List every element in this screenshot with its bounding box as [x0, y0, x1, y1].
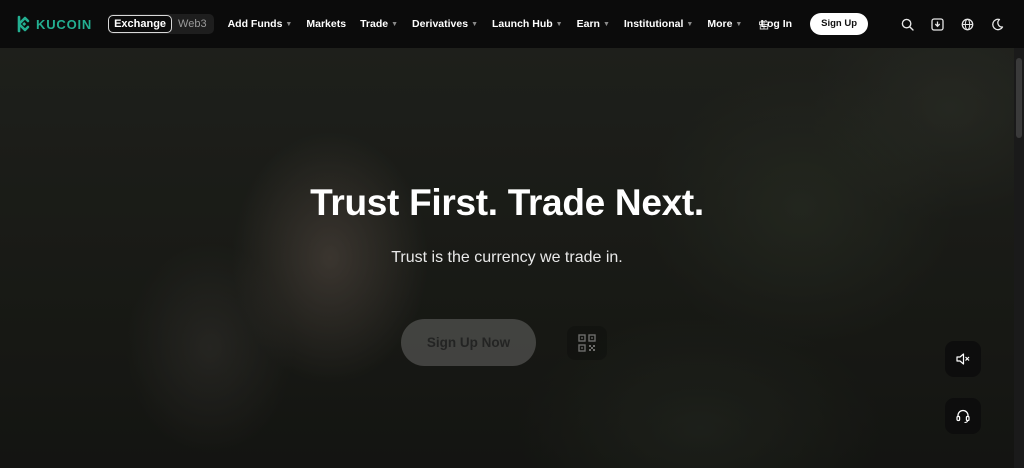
mute-button[interactable] — [945, 341, 981, 377]
nav-item-launch-hub[interactable]: Launch Hub ▼ — [492, 18, 563, 30]
nav-item-institutional[interactable]: Institutional ▼ — [624, 18, 693, 30]
nav-item-trade[interactable]: Trade ▼ — [360, 18, 398, 30]
main-nav: Add Funds ▼ Markets Trade ▼ Derivatives … — [228, 0, 785, 48]
nav-item-earn[interactable]: Earn ▼ — [577, 18, 610, 30]
chevron-down-icon: ▼ — [555, 20, 563, 28]
chevron-down-icon: ▼ — [391, 20, 399, 28]
qr-code-icon — [578, 334, 596, 352]
chevron-down-icon: ▼ — [285, 20, 293, 28]
hero-banner: Trust First. Trade Next. Trust is the cu… — [0, 48, 1014, 468]
chevron-down-icon: ▼ — [602, 20, 610, 28]
signup-now-button[interactable]: Sign Up Now — [401, 319, 536, 366]
page-scrollbar[interactable] — [1014, 48, 1024, 468]
headset-icon — [956, 409, 970, 424]
nav-item-label: Trade — [360, 18, 389, 30]
nav-item-label: Earn — [576, 18, 600, 30]
nav-item-more[interactable]: More ▼ — [707, 18, 742, 30]
scrollbar-thumb[interactable] — [1016, 58, 1022, 138]
mode-exchange-tab[interactable]: Exchange — [108, 15, 173, 33]
signup-button[interactable]: Sign Up — [810, 13, 868, 35]
top-nav-bar: KUCOIN Exchange Web3 Add Funds ▼ Markets… — [0, 0, 1024, 48]
nav-item-label: Launch Hub — [492, 18, 553, 30]
brand-name: KUCOIN — [36, 16, 93, 32]
support-button[interactable] — [945, 398, 981, 434]
chevron-down-icon: ▼ — [735, 20, 743, 28]
hero-subtitle: Trust is the currency we trade in. — [391, 249, 623, 266]
mode-web3-tab[interactable]: Web3 — [178, 18, 207, 30]
nav-item-label: Markets — [306, 18, 347, 30]
nav-item-add-funds[interactable]: Add Funds ▼ — [228, 18, 293, 30]
nav-item-label: Institutional — [623, 18, 684, 30]
chevron-down-icon: ▼ — [471, 20, 478, 28]
hero-title: Trust First. Trade Next. — [310, 182, 704, 223]
download-icon[interactable] — [928, 15, 946, 33]
kucoin-logo-icon — [17, 15, 30, 33]
header-right: Log In Sign Up — [761, 0, 1006, 48]
kucoin-logo[interactable]: KUCOIN — [14, 0, 92, 48]
moon-icon[interactable] — [988, 15, 1006, 33]
nav-item-label: Derivatives — [412, 18, 469, 30]
search-icon[interactable] — [898, 15, 916, 33]
globe-icon[interactable] — [958, 15, 976, 33]
qr-code-button[interactable] — [567, 326, 607, 360]
nav-item-label: Add Funds — [227, 18, 283, 30]
nav-item-markets[interactable]: Markets — [306, 18, 346, 30]
page: KUCOIN Exchange Web3 Add Funds ▼ Markets… — [0, 0, 1024, 468]
speaker-mute-icon — [956, 353, 970, 365]
login-link[interactable]: Log In — [761, 18, 793, 30]
nav-item-label: More — [707, 18, 733, 30]
nav-item-derivatives[interactable]: Derivatives ▼ — [412, 18, 478, 30]
chevron-down-icon: ▼ — [686, 20, 694, 28]
mode-switch: Exchange Web3 — [108, 14, 214, 34]
